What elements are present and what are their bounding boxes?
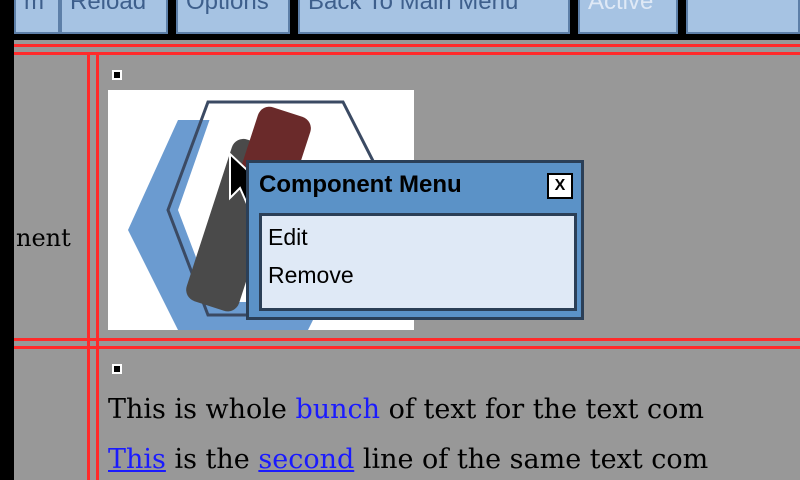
component-menu-title: Component Menu [259, 171, 462, 198]
grid-line-mid-1 [14, 338, 800, 341]
component-menu-list: Edit Remove [259, 213, 577, 311]
link-this[interactable]: This [108, 444, 166, 475]
text-component-handle-icon[interactable] [112, 364, 122, 374]
text-segment: This is whole [108, 394, 296, 425]
text-line-1: This is whole bunch of text for the text… [108, 394, 704, 425]
text-segment: is the [165, 444, 259, 475]
menu-item-edit[interactable]: Edit [268, 224, 308, 251]
tab-options[interactable]: Options [176, 0, 290, 34]
component-handle-icon[interactable] [112, 70, 122, 80]
menu-item-remove[interactable]: Remove [268, 262, 354, 289]
grid-line-vert-1 [87, 52, 90, 480]
tab-blank[interactable] [686, 0, 800, 34]
grid-line-top-2 [14, 52, 800, 55]
text-segment: of text for the text com [380, 394, 704, 425]
tab-back-to-main-menu[interactable]: Back To Main Menu [298, 0, 570, 34]
text-segment: line of the same text com [354, 444, 709, 475]
link-second[interactable]: second [258, 444, 354, 475]
tab-main[interactable]: m [14, 0, 60, 34]
close-icon[interactable]: X [547, 173, 573, 199]
grid-line-top-1 [14, 44, 800, 47]
grid-line-mid-2 [14, 346, 800, 349]
tab-reload[interactable]: Reload [60, 0, 168, 34]
left-cell-label: nent [16, 224, 71, 252]
text-line-2: This is the second line of the same text… [108, 444, 708, 475]
grid-line-vert-2 [96, 52, 99, 480]
link-bunch[interactable]: bunch [296, 394, 381, 425]
tab-active[interactable]: Active [578, 0, 678, 34]
component-menu: Component Menu X Edit Remove [246, 160, 584, 320]
top-tab-bar: m Reload Options Back To Main Menu Activ… [0, 0, 800, 40]
